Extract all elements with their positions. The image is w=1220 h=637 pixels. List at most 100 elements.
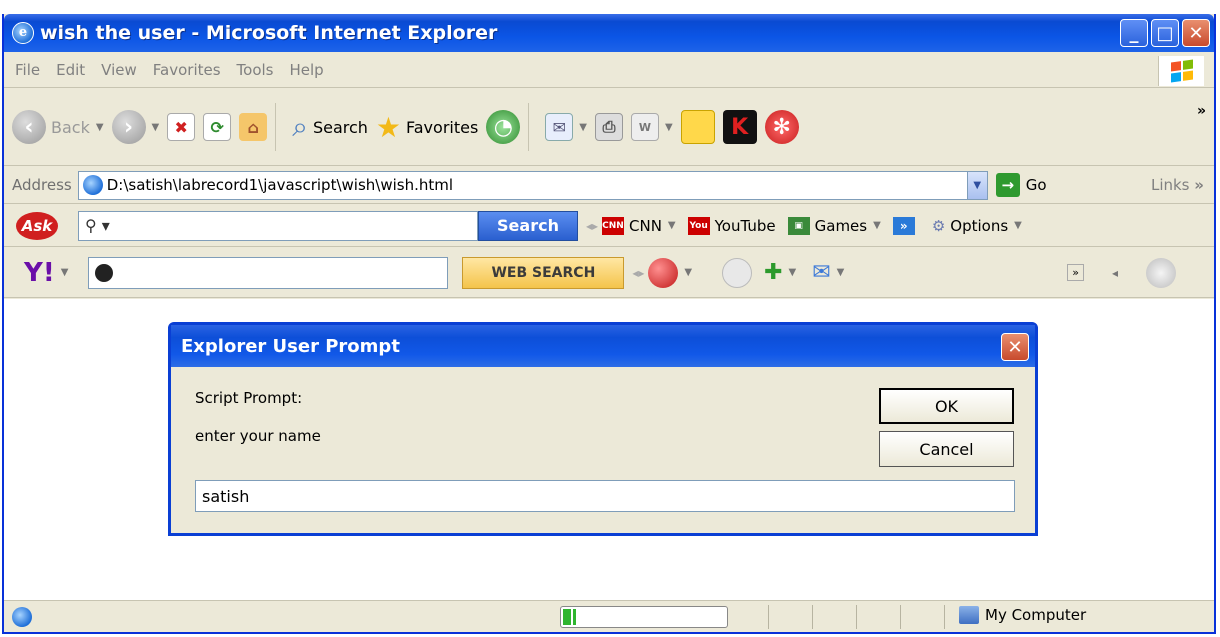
forward-button[interactable]: › ▼ xyxy=(111,110,160,144)
address-input[interactable]: D:\satish\labrecord1\javascript\wish\wis… xyxy=(77,170,988,200)
games-button[interactable]: ▣ Games ▼ xyxy=(787,216,881,235)
bookmark-dropdown-icon[interactable]: ▼ xyxy=(789,267,797,278)
ask-search-input[interactable]: ⚲ ▾ xyxy=(78,210,478,241)
ask-search-icon: ⚲ ▾ xyxy=(85,216,110,235)
toolbar-overflow[interactable]: » xyxy=(1197,103,1206,119)
mail-dropdown-icon[interactable]: ▼ xyxy=(579,122,587,133)
refresh-icon: ⟳ xyxy=(203,113,232,141)
prompt-input-value: satish xyxy=(202,486,250,506)
address-bar: Address D:\satish\labrecord1\javascript\… xyxy=(4,167,1214,204)
edit-dropdown-icon[interactable]: ▼ xyxy=(665,122,673,133)
kaspersky-icon: K xyxy=(722,110,757,144)
options-label: Options xyxy=(950,216,1009,235)
addon-icon: ✻ xyxy=(764,110,799,144)
maximize-button[interactable]: □ xyxy=(1151,19,1179,47)
status-divider xyxy=(856,605,857,629)
go-button[interactable]: → Go xyxy=(995,173,1047,197)
status-divider xyxy=(900,605,901,629)
cnn-button[interactable]: CNN CNN ▼ xyxy=(602,216,676,235)
title-bar[interactable]: e wish the user - Microsoft Internet Exp… xyxy=(4,14,1214,52)
games-icon: ▣ xyxy=(787,216,810,235)
web-search-button[interactable]: WEB SEARCH xyxy=(462,256,625,289)
favorites-star-icon: ★ xyxy=(375,110,402,144)
prompt-input[interactable]: satish xyxy=(195,480,1015,512)
kaspersky-button[interactable]: K xyxy=(722,110,757,144)
toolbar-divider xyxy=(528,103,530,151)
address-dropdown-icon[interactable]: ▼ xyxy=(966,171,987,199)
dialog-close-button[interactable]: ✕ xyxy=(1001,333,1029,361)
menu-view[interactable]: View xyxy=(101,61,137,79)
ask-logo[interactable]: Ask xyxy=(16,211,58,240)
print-button[interactable]: ⎙ xyxy=(595,113,623,141)
home-button[interactable]: ⌂ xyxy=(239,113,268,141)
ask-search-button[interactable]: Search xyxy=(478,210,578,241)
menu-edit[interactable]: Edit xyxy=(56,61,85,79)
refresh-button[interactable]: ⟳ xyxy=(203,113,232,141)
yahoo-edit-icon[interactable] xyxy=(722,257,753,288)
yahoo-search-input[interactable] xyxy=(88,256,449,289)
address-label: Address xyxy=(12,176,72,194)
menu-file[interactable]: File xyxy=(15,61,40,79)
progress-bar xyxy=(560,606,728,628)
go-arrow-icon: → xyxy=(995,173,1020,197)
status-divider xyxy=(944,605,945,629)
yahoo-overflow-icon[interactable]: » xyxy=(1067,264,1084,281)
menu-help[interactable]: Help xyxy=(290,61,324,79)
ie-page-icon xyxy=(82,175,103,195)
go-label: Go xyxy=(1025,176,1047,194)
history-button[interactable]: ◔ xyxy=(486,110,521,144)
yahoo-scroll-left-icon[interactable]: ◂ xyxy=(1112,266,1118,280)
print-icon: ⎙ xyxy=(595,113,623,141)
status-bar: My Computer xyxy=(4,600,1214,632)
mail-dropdown-icon[interactable]: ▼ xyxy=(837,267,845,278)
links-button[interactable]: Links » xyxy=(1151,176,1204,194)
ok-button[interactable]: OK xyxy=(879,388,1014,424)
yahoo-settings-icon[interactable] xyxy=(1146,257,1176,288)
options-dropdown-icon: ▼ xyxy=(1014,220,1022,231)
youtube-button[interactable]: You YouTube xyxy=(687,216,776,235)
edit-icon: W xyxy=(631,113,659,141)
options-button[interactable]: ⚙ Options ▼ xyxy=(932,217,1022,235)
forward-dropdown-icon[interactable]: ▼ xyxy=(152,122,160,133)
minimize-button[interactable]: _ xyxy=(1120,19,1148,47)
mail-button[interactable]: ✉ ▼ xyxy=(545,113,587,141)
back-button[interactable]: ‹ Back ▼ xyxy=(12,110,104,144)
yahoo-ball-icon[interactable] xyxy=(648,257,679,288)
addon-button[interactable]: ✻ xyxy=(764,110,799,144)
ask-overflow: » xyxy=(892,216,915,235)
address-value: D:\satish\labrecord1\javascript\wish\wis… xyxy=(106,176,454,194)
back-dropdown-icon[interactable]: ▼ xyxy=(96,122,104,133)
edit-button[interactable]: W ▼ xyxy=(631,113,673,141)
notes-button[interactable] xyxy=(680,110,715,144)
security-zone: My Computer xyxy=(959,606,1086,624)
ask-toolbar: Ask ⚲ ▾ Search ◂▸ CNN CNN ▼ You YouTube ▣… xyxy=(4,205,1214,247)
yahoo-bookmark-icon[interactable]: ✚ xyxy=(764,260,782,285)
ball-dropdown-icon[interactable]: ▼ xyxy=(684,267,692,278)
progress-fill xyxy=(563,609,576,625)
close-button[interactable]: ✕ xyxy=(1182,19,1210,47)
links-overflow: » xyxy=(1194,176,1204,194)
ask-overflow-button[interactable]: » xyxy=(892,216,920,235)
back-label: Back xyxy=(51,117,90,137)
computer-icon xyxy=(959,606,979,624)
games-dropdown-icon: ▼ xyxy=(873,220,881,231)
cnn-icon: CNN xyxy=(602,216,624,235)
search-icon: ⌕ xyxy=(292,110,308,143)
yahoo-mail-icon[interactable]: ✉ xyxy=(812,260,830,285)
favorites-button[interactable]: ★ Favorites xyxy=(376,111,478,144)
window-title: wish the user - Microsoft Internet Explo… xyxy=(40,22,498,44)
stop-icon: ✖ xyxy=(167,113,196,141)
yahoo-logo[interactable]: Y! xyxy=(24,258,55,288)
search-button[interactable]: ⌕ Search xyxy=(292,110,368,144)
youtube-label: YouTube xyxy=(714,216,776,235)
menu-favorites[interactable]: Favorites xyxy=(153,61,221,79)
cancel-button[interactable]: Cancel xyxy=(879,431,1014,467)
status-divider xyxy=(812,605,813,629)
yahoo-dropdown-icon[interactable]: ▼ xyxy=(61,267,69,278)
dialog-title-bar[interactable]: Explorer User Prompt xyxy=(171,325,1035,367)
stop-button[interactable]: ✖ xyxy=(167,113,196,141)
status-ie-icon xyxy=(12,606,32,627)
grip-icon: ◂▸ xyxy=(632,265,645,280)
menu-tools[interactable]: Tools xyxy=(237,61,274,79)
notes-icon xyxy=(680,110,715,144)
